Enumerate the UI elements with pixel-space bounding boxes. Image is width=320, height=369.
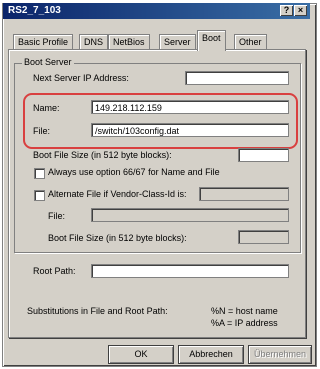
file-label: File:	[33, 126, 51, 136]
close-button[interactable]: ×	[294, 5, 307, 16]
next-server-label: Next Server IP Address:	[33, 73, 129, 83]
tab-other[interactable]: Other	[234, 34, 267, 50]
alt-boot-file-size-input[interactable]	[238, 230, 289, 244]
alt-file-input[interactable]	[91, 208, 289, 222]
name-label: Name:	[33, 103, 60, 113]
substitution-host-name: %N = host name	[211, 306, 278, 316]
substitution-ip-address: %A = IP address	[211, 318, 278, 328]
tab-server[interactable]: Server	[159, 34, 196, 50]
name-input[interactable]: 149.218.112.159	[91, 100, 289, 114]
file-input[interactable]: /switch/103config.dat	[91, 123, 289, 137]
title-bar: RS2_7_103 ? ×	[3, 3, 310, 19]
tab-boot[interactable]: Boot	[197, 30, 226, 51]
tab-basic-profile[interactable]: Basic Profile	[13, 34, 74, 50]
substitutions-label: Substitutions in File and Root Path:	[27, 306, 168, 316]
tab-netbios[interactable]: NetBios	[108, 34, 150, 50]
tab-dns[interactable]: DNS	[79, 34, 109, 50]
alt-file-label: File:	[48, 211, 66, 221]
help-button[interactable]: ?	[280, 5, 293, 16]
alternate-file-checkbox[interactable]	[34, 190, 45, 201]
boot-file-size-label: Boot File Size (in 512 byte blocks):	[33, 150, 172, 160]
option-66-67-checkbox[interactable]	[34, 168, 45, 179]
boot-server-group-label: Boot Server	[22, 57, 74, 67]
boot-file-size-input[interactable]	[238, 148, 289, 162]
next-server-input[interactable]	[185, 71, 289, 85]
alternate-file-label: Alternate File if Vendor-Class-Id is:	[48, 189, 187, 199]
ok-button[interactable]: OK	[108, 345, 174, 364]
root-path-input[interactable]	[91, 264, 289, 278]
alternate-vendor-input[interactable]	[199, 187, 289, 201]
root-path-label: Root Path:	[33, 266, 76, 276]
option-66-67-label: Always use option 66/67 for Name and Fil…	[48, 167, 220, 177]
apply-button[interactable]: Übernehmen	[248, 345, 312, 364]
cancel-button[interactable]: Abbrechen	[178, 345, 244, 364]
window-title: RS2_7_103	[8, 5, 61, 16]
alt-boot-file-size-label: Boot File Size (in 512 byte blocks):	[48, 233, 187, 243]
